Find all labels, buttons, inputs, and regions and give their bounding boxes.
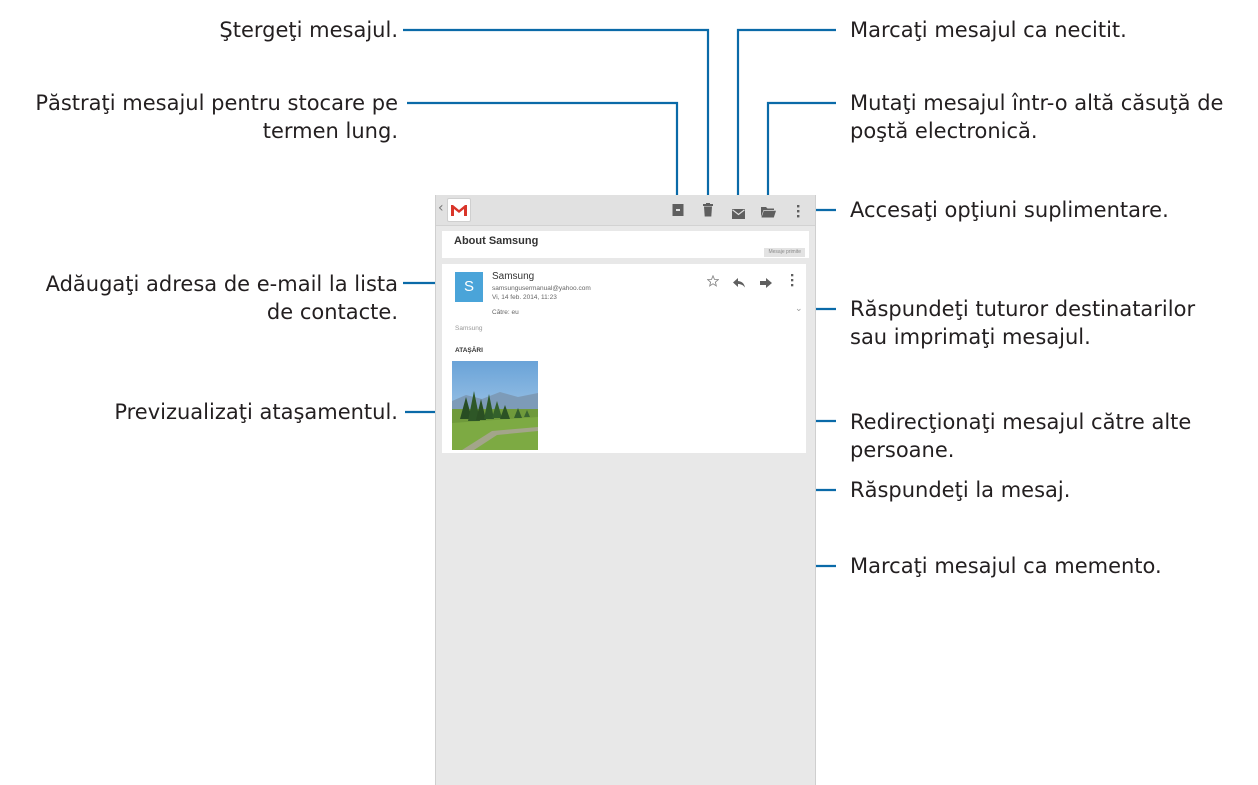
leader-move bbox=[766, 101, 836, 197]
callout-star: Marcaţi mesajul ca memento. bbox=[850, 554, 1162, 578]
envelope-icon[interactable] bbox=[732, 204, 745, 223]
leader-delete bbox=[403, 28, 710, 197]
message-card: S Samsung samsungusermanual@yahoo.com Vi… bbox=[442, 264, 806, 453]
callout-delete: Ştergeţi mesajul. bbox=[219, 18, 398, 42]
attachment-thumbnail[interactable] bbox=[452, 361, 538, 450]
avatar[interactable]: S bbox=[455, 272, 483, 302]
gmail-icon[interactable] bbox=[447, 198, 471, 222]
recipient-line: Către: eu bbox=[492, 309, 519, 316]
callout-forward: Redirecţionaţi mesajul către alte persoa… bbox=[850, 410, 1192, 462]
inbox-label-chip[interactable]: Mesaje primite bbox=[764, 248, 805, 257]
archive-icon[interactable] bbox=[672, 202, 684, 221]
callout-add-contact: Adăugaţi adresa de e-mail la lista de co… bbox=[45, 272, 398, 324]
subject-header: About Samsung Mesaje primite bbox=[442, 231, 809, 258]
reply-icon[interactable] bbox=[733, 273, 745, 292]
email-subject: About Samsung bbox=[454, 235, 539, 247]
trash-icon[interactable] bbox=[703, 202, 713, 221]
sender-name: Samsung bbox=[492, 271, 535, 282]
sender-email: samsungusermanual@yahoo.com bbox=[492, 285, 591, 292]
star-icon[interactable] bbox=[706, 272, 720, 291]
forward-icon[interactable] bbox=[760, 273, 772, 292]
action-bar: ‹ bbox=[436, 195, 815, 226]
email-screen: ‹ About Samsung Mesaje primite S Samsung… bbox=[435, 195, 816, 785]
folder-icon[interactable] bbox=[761, 203, 776, 222]
message-date: Vi, 14 feb. 2014, 11:23 bbox=[492, 294, 557, 301]
more-vertical-icon[interactable] bbox=[790, 272, 794, 291]
attachments-heading: ATAŞĂRI bbox=[455, 347, 483, 354]
callout-reply-all-print: Răspundeţi tuturor destinatarilor sau im… bbox=[850, 297, 1196, 349]
callout-archive: Păstraţi mesajul pentru stocare pe terme… bbox=[35, 91, 398, 143]
callout-preview-attachment: Previzualizaţi ataşamentul. bbox=[114, 400, 398, 424]
leader-archive bbox=[407, 101, 679, 197]
callout-reply: Răspundeţi la mesaj. bbox=[850, 478, 1071, 502]
callout-move: Mutaţi mesajul într-o altă căsuţă de poş… bbox=[850, 91, 1224, 143]
leader-mark-unread bbox=[736, 28, 836, 197]
callout-more-options: Accesaţi opţiuni suplimentare. bbox=[850, 198, 1169, 222]
callout-mark-unread: Marcaţi mesajul ca necitit. bbox=[850, 18, 1127, 42]
chevron-left-icon[interactable]: ‹ bbox=[438, 200, 444, 216]
more-vertical-icon[interactable] bbox=[796, 203, 800, 222]
message-body: Samsung bbox=[455, 325, 483, 332]
chevron-down-icon[interactable]: ⌄ bbox=[795, 304, 803, 314]
